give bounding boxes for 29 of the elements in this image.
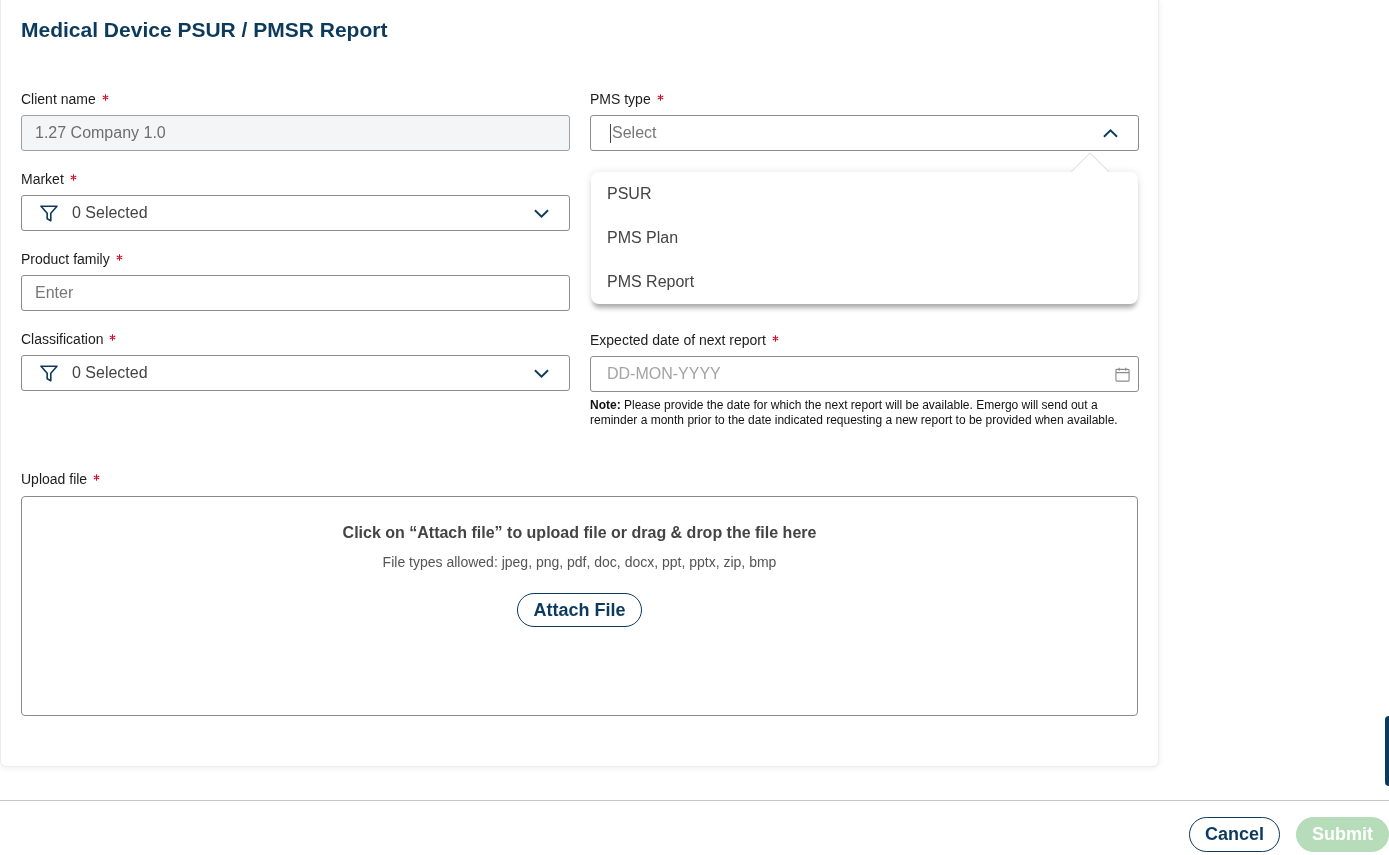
field-label: Market bbox=[21, 171, 64, 188]
upload-instruction: Click on “Attach file” to upload file or drag & drop the file here bbox=[342, 523, 817, 543]
page-title: Medical Device PSUR / PMSR Report bbox=[21, 17, 388, 42]
menu-pointer-icon bbox=[1070, 152, 1110, 172]
multi-select-field[interactable]: 0 Selected bbox=[21, 355, 570, 391]
dropdown-option[interactable]: PMS Plan bbox=[591, 216, 1138, 260]
calendar-icon bbox=[1115, 366, 1130, 382]
select-field[interactable]: Select bbox=[590, 115, 1139, 151]
field-label: Expected date of next report bbox=[590, 332, 766, 349]
chevron-down-icon bbox=[534, 368, 549, 378]
side-tab-button[interactable] bbox=[1385, 716, 1389, 786]
field-label: Product family bbox=[21, 251, 110, 268]
text-field[interactable]: Enter bbox=[21, 275, 570, 311]
allowed-file-types: File types allowed: jpeg, png, pdf, doc, docx, ppt, pptx, zip, bmp bbox=[382, 554, 777, 571]
dropdown-option[interactable]: PMS Report bbox=[591, 260, 1138, 304]
note-text: Note: Please provide the date for which the next report will be available. Emergo will send out a reminder a month prior to the date indicated requesting a new report to be provided when available. bbox=[590, 398, 1119, 428]
file-drop-zone[interactable]: Click on “Attach file” to upload file or drag & drop the file here File types allowed: jpeg, png, pdf, doc, docx, ppt, pptx, zip, bmp Attach File bbox=[21, 496, 1138, 716]
field-label: Upload file bbox=[21, 471, 88, 488]
filter-icon bbox=[40, 204, 58, 222]
attach-file-button[interactable]: Attach File bbox=[517, 593, 642, 627]
date-field[interactable]: DD-MON-YYYY bbox=[590, 356, 1139, 392]
multi-select-field[interactable]: 0 Selected bbox=[21, 195, 570, 231]
field-label: Client name bbox=[21, 91, 96, 108]
field-label: Classification bbox=[21, 331, 104, 348]
chevron-down-icon bbox=[534, 208, 549, 218]
filter-icon bbox=[40, 364, 58, 382]
field-label: PMS type bbox=[590, 91, 651, 108]
cancel-button[interactable]: Cancel bbox=[1188, 817, 1280, 852]
dropdown-option[interactable]: PSUR bbox=[591, 172, 1138, 216]
